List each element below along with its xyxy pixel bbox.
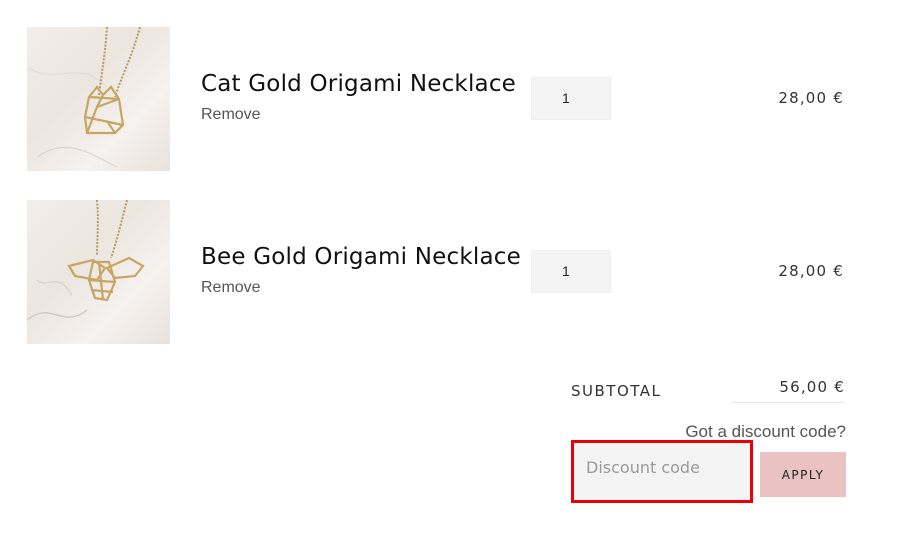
cart-item: Cat Gold Origami Necklace Remove 1 28,00…	[0, 27, 904, 171]
item-price: 28,00 €	[778, 262, 844, 280]
quantity-input[interactable]: 1	[531, 250, 611, 293]
cat-necklace-image[interactable]	[27, 27, 170, 171]
quantity-input[interactable]: 1	[531, 77, 611, 120]
cart-item: Bee Gold Origami Necklace Remove 1 28,00…	[0, 200, 904, 344]
subtotal-value: 56,00 €	[731, 378, 845, 403]
product-title[interactable]: Cat Gold Origami Necklace	[201, 71, 516, 97]
subtotal-label: SUBTOTAL	[571, 382, 662, 400]
apply-button[interactable]: APPLY	[760, 452, 846, 497]
product-title[interactable]: Bee Gold Origami Necklace	[201, 244, 521, 270]
discount-code-input[interactable]	[574, 443, 753, 503]
bee-necklace-image[interactable]	[27, 200, 170, 344]
item-price: 28,00 €	[778, 89, 844, 107]
discount-prompt: Got a discount code?	[685, 422, 846, 441]
remove-link[interactable]: Remove	[201, 106, 261, 124]
remove-link[interactable]: Remove	[201, 279, 261, 297]
